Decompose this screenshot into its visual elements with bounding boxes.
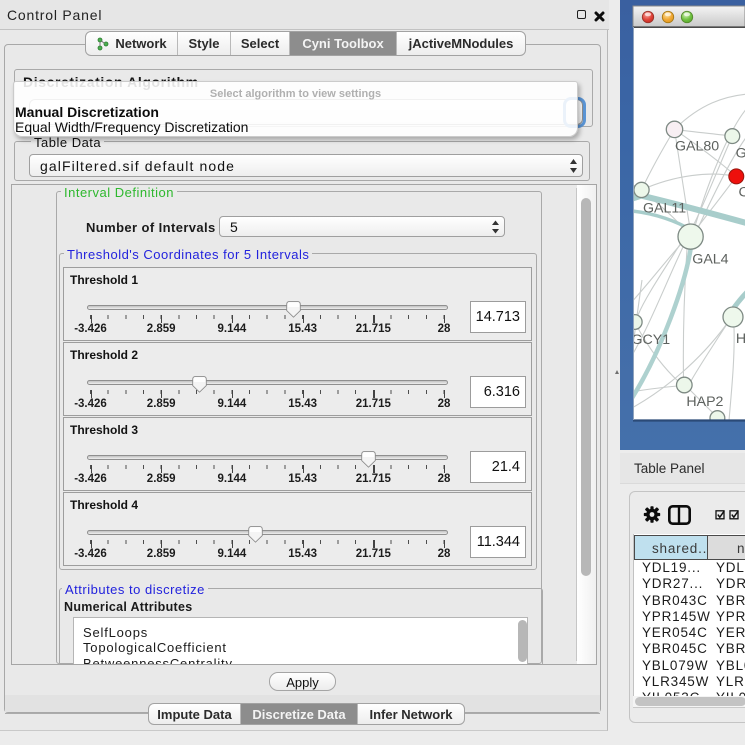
svg-text:GAL11: GAL11 xyxy=(643,201,686,217)
svg-text:HAP2: HAP2 xyxy=(686,394,723,410)
svg-text:GCY1: GCY1 xyxy=(632,332,671,348)
svg-text:GAL80: GAL80 xyxy=(675,139,719,155)
svg-text:H: H xyxy=(736,331,745,347)
svg-text:GAL4: GAL4 xyxy=(692,252,728,268)
svg-text:GA: GA xyxy=(736,146,745,162)
svg-text:C: C xyxy=(739,185,745,201)
